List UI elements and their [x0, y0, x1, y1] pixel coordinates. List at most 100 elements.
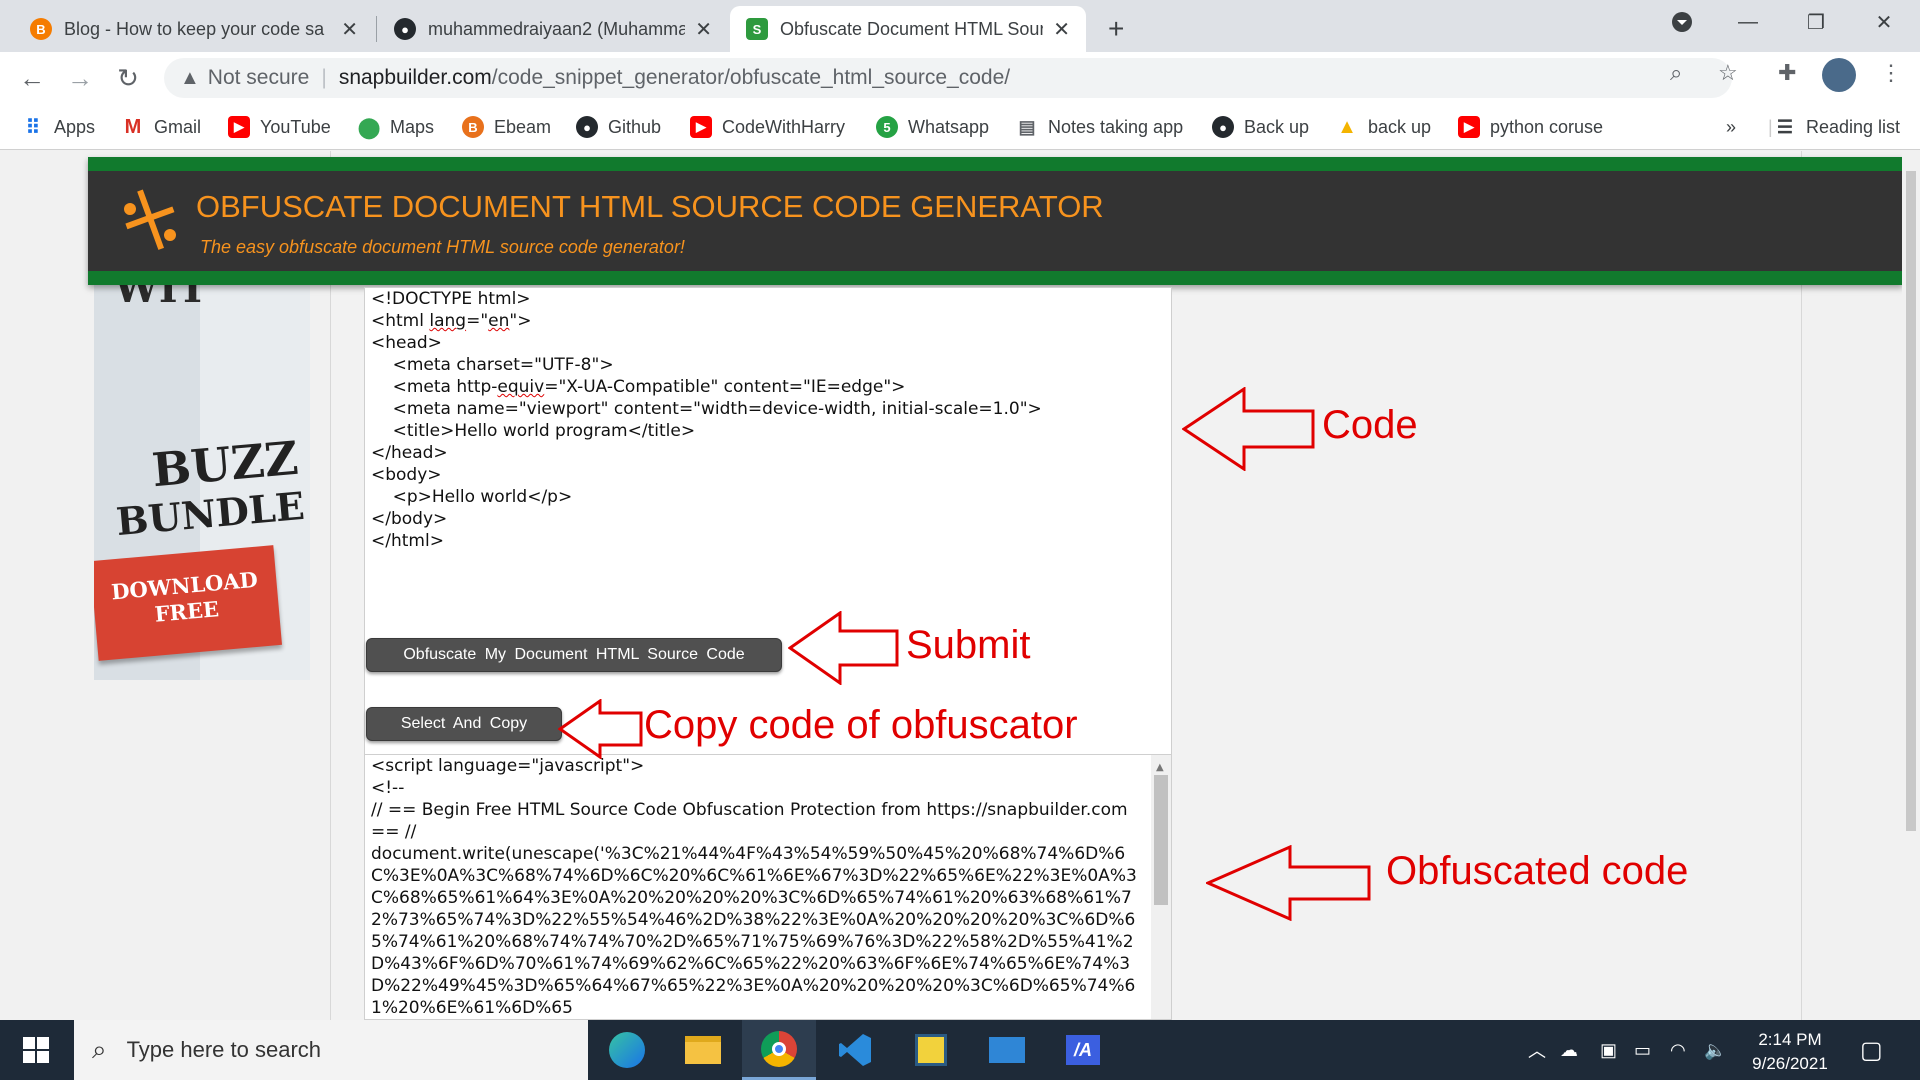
annotation-copy: Copy code of obfuscator	[644, 703, 1078, 747]
github-icon: ●	[1212, 116, 1234, 138]
bookmark-star-icon[interactable]: ☆	[1718, 60, 1738, 86]
code-line: </html>	[371, 531, 444, 551]
bookmark-youtube[interactable]: ▶ YouTube	[228, 104, 331, 150]
battery-icon[interactable]: ▭	[1634, 1020, 1651, 1080]
divider: |	[1768, 116, 1773, 137]
youtube-icon: ▶	[690, 116, 712, 138]
file-explorer-icon[interactable]	[666, 1020, 740, 1080]
site-logo[interactable]	[118, 185, 182, 257]
clock-time: 2:14 PM	[1758, 1030, 1822, 1049]
annotation-submit: Submit	[906, 623, 1031, 667]
code-line: <p>Hello world</p>	[371, 487, 573, 507]
ad-download-button[interactable]: DOWNLOAD FREE	[94, 545, 283, 661]
blogger-icon: B	[30, 18, 52, 40]
chrome-icon[interactable]	[742, 1020, 816, 1080]
code-line: </body>	[371, 509, 448, 529]
tab-title: Obfuscate Document HTML Sour	[780, 18, 1044, 39]
obfuscated-code-textarea[interactable]: <script language="javascript"> <!-- // =…	[364, 754, 1172, 1020]
youtube-icon: ▶	[1458, 116, 1480, 138]
app-icon[interactable]: /A	[1046, 1020, 1120, 1080]
textarea-scrollbar[interactable]: ▲	[1151, 755, 1171, 1019]
scrollbar-thumb[interactable]	[1906, 171, 1916, 831]
bookmark-label: Ebeam	[494, 116, 552, 137]
code-line: <meta name="viewport" content="width=dev…	[371, 399, 1042, 419]
bookmark-drive-back-up[interactable]: ▲ back up	[1336, 104, 1431, 150]
bookmark-back-up[interactable]: ● Back up	[1212, 104, 1309, 150]
scrollbar-thumb[interactable]	[1154, 775, 1168, 905]
bookmark-label: Whatsapp	[908, 116, 990, 137]
browser-toolbar: ← → ↻ ▲ Not secure | snapbuilder.com/cod…	[0, 52, 1920, 104]
obfuscate-button[interactable]: Obfuscate My Document HTML Source Code	[366, 638, 782, 672]
windows-logo-icon	[23, 1037, 49, 1063]
close-tab-icon[interactable]: ✕	[341, 17, 358, 42]
zoom-icon[interactable]: ⌕	[1670, 60, 1682, 86]
bookmark-maps[interactable]: ⬤ Maps	[358, 104, 434, 150]
tab-search-icon[interactable]	[1652, 0, 1712, 44]
close-tab-icon[interactable]: ✕	[695, 17, 712, 42]
not-secure-warning-icon[interactable]: ▲	[180, 67, 200, 90]
whatsapp-icon: 5	[876, 116, 898, 138]
select-and-copy-button[interactable]: Select And Copy	[366, 707, 562, 741]
web-page: WIT BUZZ BUNDLE DOWNLOAD FREE OBFUSCATE …	[0, 151, 1920, 1020]
extensions-icon[interactable]: ✚	[1778, 60, 1796, 86]
code-line: <meta charset="UTF-8">	[371, 355, 614, 375]
tab-obfuscate[interactable]: S Obfuscate Document HTML Sour ✕	[730, 6, 1086, 52]
system-clock[interactable]: 2:14 PM 9/26/2021	[1720, 1028, 1860, 1076]
start-button[interactable]	[0, 1020, 72, 1080]
bookmark-whatsapp[interactable]: 5 Whatsapp	[876, 104, 989, 150]
tab-title: Blog - How to keep your code sa	[64, 18, 325, 39]
url-path: /code_snippet_generator/obfuscate_html_s…	[491, 66, 1011, 89]
reading-list-button[interactable]: ☰ Reading list	[1774, 104, 1900, 150]
python-idle-icon[interactable]	[894, 1020, 968, 1080]
onedrive-icon[interactable]: ☁	[1560, 1020, 1578, 1080]
annotation-code: Code	[1322, 403, 1418, 447]
bookmark-python-course[interactable]: ▶ python coruse	[1458, 104, 1603, 150]
bookmarks-bar: ⠿ Apps M Gmail ▶ YouTube ⬤ Maps B Ebeam …	[0, 104, 1920, 150]
search-placeholder: Type here to search	[126, 1037, 322, 1062]
tab-github[interactable]: ● muhammedraiyaan2 (Muhamma ✕	[378, 6, 728, 52]
notifications-icon[interactable]: ▢	[1860, 1020, 1883, 1080]
code-line: <title>Hello world program</title>	[371, 421, 696, 441]
ad-banner[interactable]: WIT BUZZ BUNDLE DOWNLOAD FREE	[94, 285, 310, 680]
tray-chevron-icon[interactable]: ︿	[1528, 1020, 1546, 1080]
close-tab-icon[interactable]: ✕	[1053, 17, 1070, 42]
back-icon[interactable]: ←	[14, 60, 50, 96]
minimize-icon[interactable]: —	[1718, 0, 1778, 44]
bookmark-codewithharry[interactable]: ▶ CodeWithHarry	[690, 104, 845, 150]
edge-icon[interactable]	[590, 1020, 664, 1080]
bookmark-apps[interactable]: ⠿ Apps	[22, 104, 95, 150]
page-scrollbar[interactable]	[1902, 151, 1920, 1020]
new-tab-button[interactable]: +	[1100, 6, 1144, 52]
bookmark-ebeam[interactable]: B Ebeam	[462, 104, 551, 150]
url-host: snapbuilder.com	[338, 66, 492, 89]
mail-icon[interactable]	[970, 1020, 1044, 1080]
bookmark-github[interactable]: ● Github	[576, 104, 661, 150]
close-window-icon[interactable]: ✕	[1854, 0, 1914, 44]
reload-icon[interactable]: ↻	[110, 60, 146, 96]
tab-blog[interactable]: B Blog - How to keep your code sa ✕	[14, 6, 374, 52]
taskbar-search-input[interactable]: ⌕ Type here to search	[74, 1020, 588, 1080]
annotation-arrow-code	[1182, 387, 1315, 471]
wifi-icon[interactable]: ◠	[1670, 1020, 1686, 1080]
code-line: <!--	[371, 778, 405, 798]
drive-icon: ▲	[1336, 115, 1358, 138]
restore-icon[interactable]: ❐	[1786, 0, 1846, 44]
profile-avatar[interactable]	[1822, 58, 1856, 92]
security-label[interactable]: Not secure	[208, 66, 310, 90]
bookmarks-overflow-button[interactable]: »	[1726, 104, 1736, 150]
bookmark-gmail[interactable]: M Gmail	[122, 104, 201, 150]
address-bar[interactable]: ▲ Not secure | snapbuilder.com/code_snip…	[164, 58, 1732, 98]
site-header: OBFUSCATE DOCUMENT HTML SOURCE CODE GENE…	[88, 157, 1903, 285]
snapbuilder-icon: S	[746, 18, 768, 40]
meet-icon[interactable]: ▣	[1600, 1020, 1617, 1080]
reading-list-label: Reading list	[1806, 116, 1901, 137]
bookmark-notes[interactable]: ▤ Notes taking app	[1016, 104, 1183, 150]
source-code-textarea[interactable]: <!DOCTYPE html> <html lang="en"> <head> …	[364, 287, 1172, 773]
code-line: <meta http-equiv="X-UA-Compatible" conte…	[371, 377, 906, 397]
menu-kebab-icon[interactable]: ⋮	[1880, 60, 1902, 86]
vscode-icon[interactable]	[818, 1020, 892, 1080]
code-line: <body>	[371, 465, 442, 485]
youtube-icon: ▶	[228, 116, 250, 138]
forward-icon[interactable]: →	[62, 60, 98, 96]
divider: |	[321, 66, 327, 89]
